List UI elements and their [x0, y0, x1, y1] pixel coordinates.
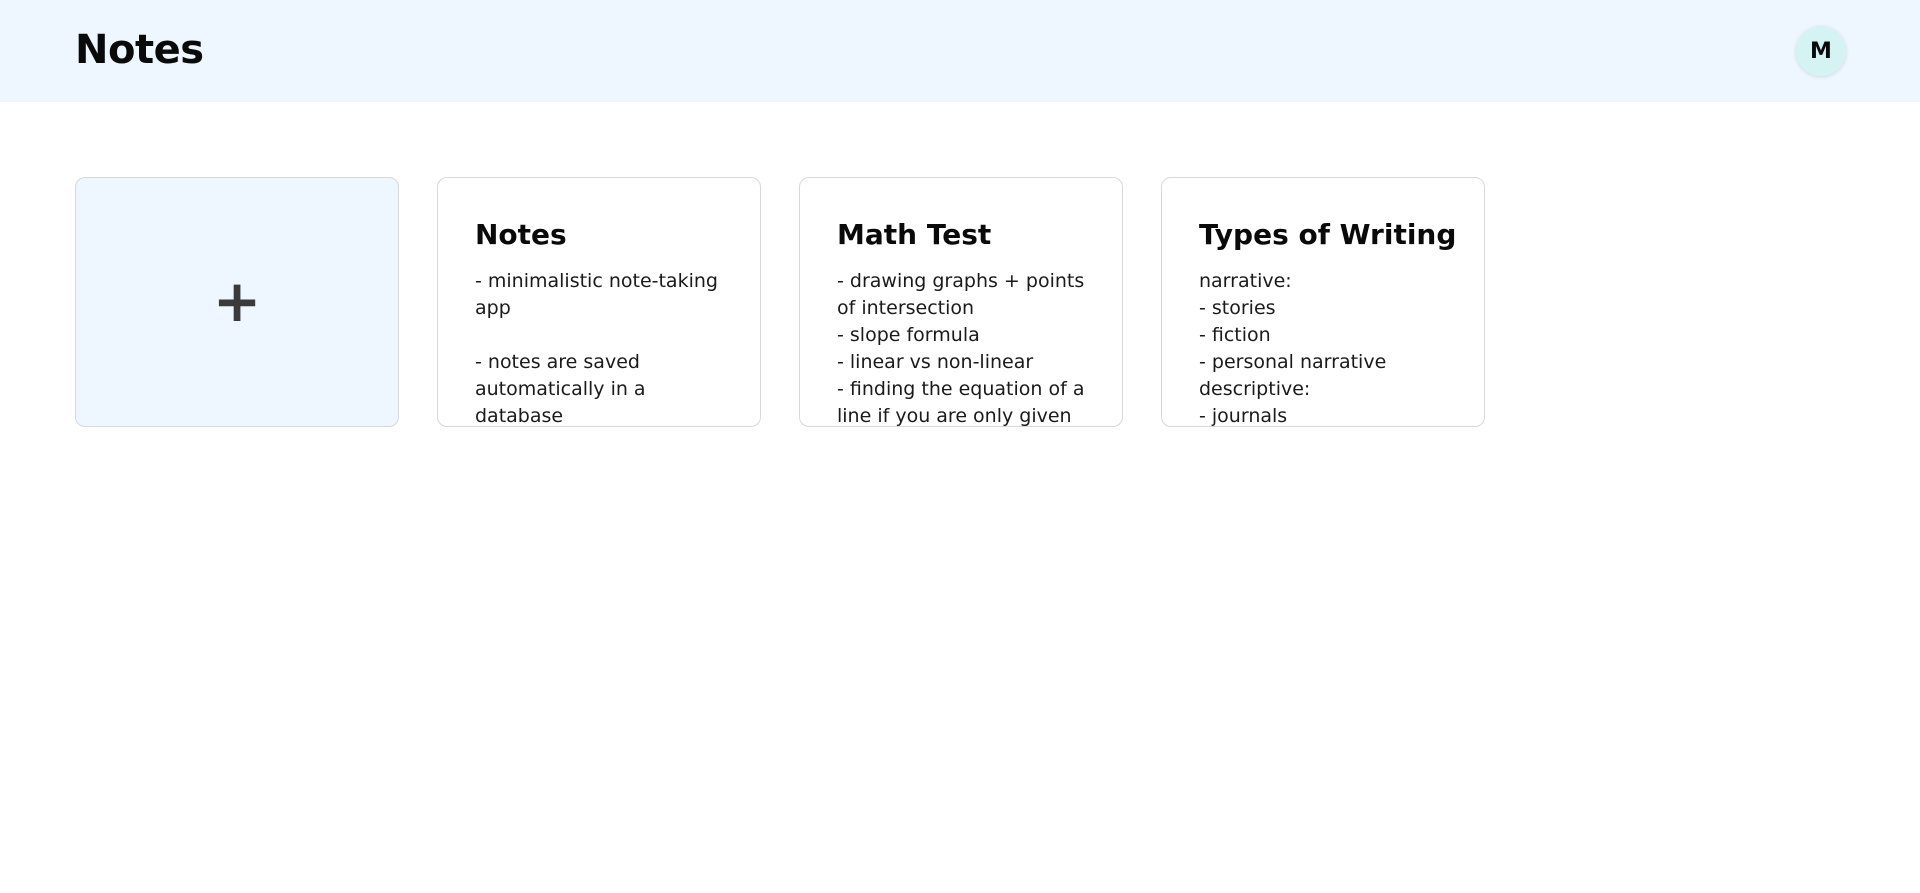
note-preview: - minimalistic note-taking app - notes a…: [475, 269, 718, 427]
plus-icon: +: [212, 267, 262, 335]
note-preview: narrative: - stories - fiction - persona…: [1199, 269, 1387, 427]
note-title: Math Test: [837, 218, 992, 251]
notes-grid: + Notes - minimalistic note-taking app -…: [75, 177, 1485, 427]
add-note-button[interactable]: +: [75, 177, 399, 427]
note-card[interactable]: Notes - minimalistic note-taking app - n…: [437, 177, 761, 427]
app-title: Notes: [75, 27, 204, 73]
note-card[interactable]: Math Test - drawing graphs + points of i…: [799, 177, 1123, 427]
note-title: Types of Writing: [1199, 218, 1457, 251]
note-card[interactable]: Types of Writing narrative: - stories - …: [1161, 177, 1485, 427]
app-header: Notes M: [0, 0, 1920, 102]
user-avatar[interactable]: M: [1796, 26, 1846, 76]
note-title: Notes: [475, 218, 567, 251]
note-preview: - drawing graphs + points of intersectio…: [837, 269, 1085, 427]
